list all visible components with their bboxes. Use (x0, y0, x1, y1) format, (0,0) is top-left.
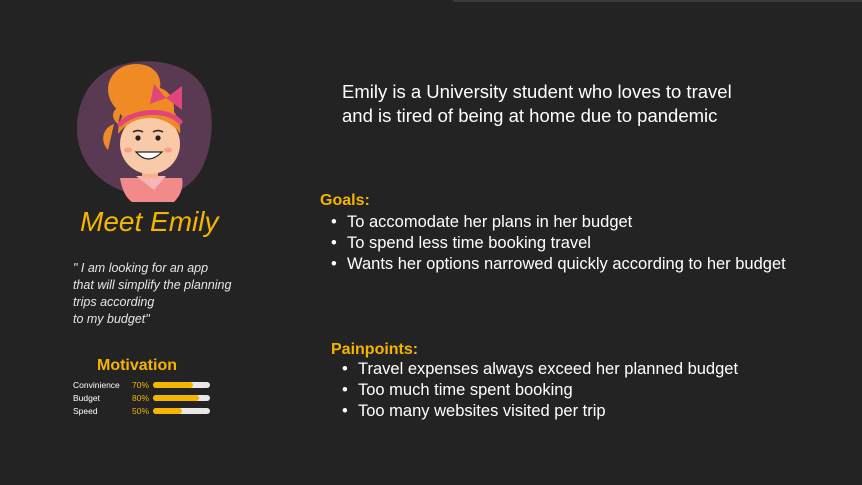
list-item: Too many websites visited per trip (340, 401, 800, 422)
metric-row-convinience: Convinience 70% (73, 379, 223, 392)
metric-percent: 80% (131, 393, 149, 403)
progress-fill (153, 382, 193, 388)
goals-title: Goals: (320, 192, 370, 209)
progress-fill (153, 408, 182, 414)
persona-quote: " I am looking for an app that will simp… (73, 261, 232, 326)
painpoints-list: Travel expenses always exceed her planne… (340, 359, 800, 422)
persona-name-title: Meet Emily (80, 206, 219, 237)
list-item: To accomodate her plans in her budget (329, 212, 789, 233)
motivation-metrics: Convinience 70% Budget 80% Speed 50% (73, 379, 223, 418)
progress-bar (153, 408, 210, 414)
metric-label: Convinience (73, 380, 120, 390)
metric-row-budget: Budget 80% (73, 392, 223, 405)
list-item: Wants her options narrowed quickly accor… (329, 254, 789, 275)
motivation-title: Motivation (97, 357, 177, 374)
progress-bar (153, 382, 210, 388)
avatar-illustration (76, 61, 212, 202)
metric-label: Budget (73, 393, 100, 403)
goals-list: To accomodate her plans in her budget To… (329, 212, 789, 275)
list-item: Travel expenses always exceed her planne… (340, 359, 800, 380)
persona-bio: Emily is a University student who loves … (342, 81, 732, 126)
metric-percent: 50% (131, 406, 149, 416)
progress-bar (153, 395, 210, 401)
painpoints-title: Painpoints: (331, 341, 419, 358)
list-item: To spend less time booking travel (329, 233, 789, 254)
progress-fill (153, 395, 199, 401)
list-item: Too much time spent booking (340, 380, 800, 401)
top-divider (453, 0, 862, 2)
metric-row-speed: Speed 50% (73, 405, 223, 418)
metric-percent: 70% (131, 380, 149, 390)
metric-label: Speed (73, 406, 98, 416)
